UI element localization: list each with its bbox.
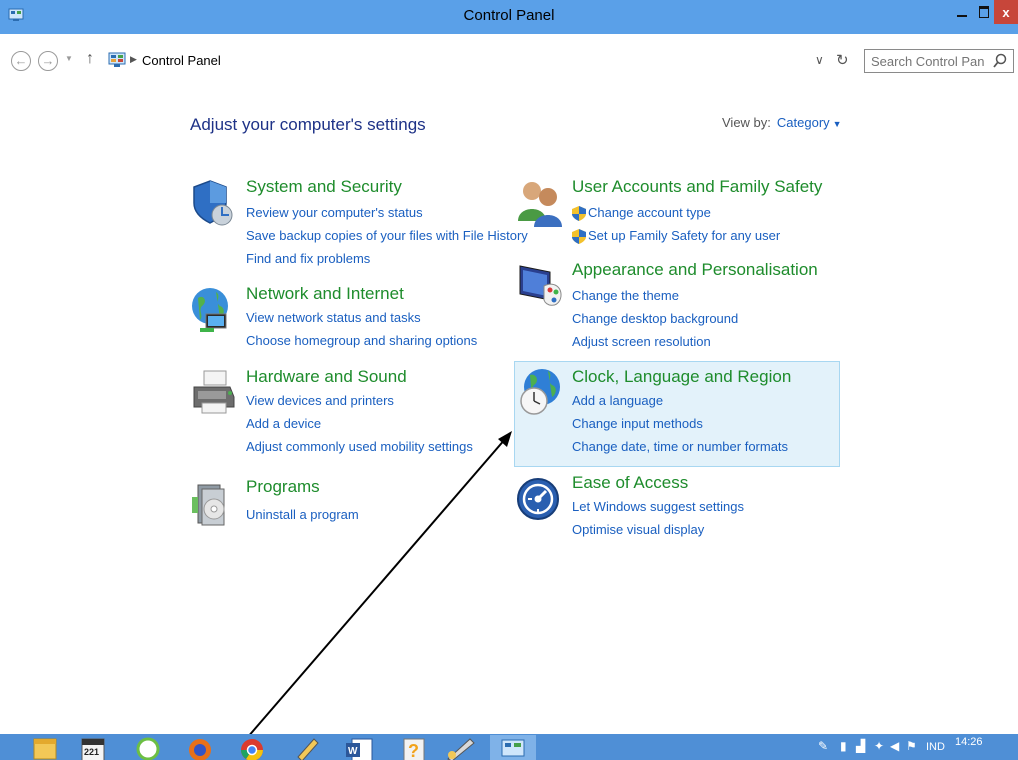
- link-desktop-background[interactable]: Change desktop background: [572, 311, 738, 326]
- refresh-icon: ↻: [836, 52, 849, 69]
- minimize-icon: [957, 15, 967, 17]
- clock-globe-icon[interactable]: [516, 367, 564, 417]
- tool-icon[interactable]: [288, 735, 328, 760]
- link-change-theme[interactable]: Change the theme: [572, 288, 679, 303]
- up-arrow-icon: ↑: [86, 50, 94, 67]
- link-file-history[interactable]: Save backup copies of your files with Fi…: [246, 228, 528, 243]
- title-bar: Control Panel x: [0, 0, 1018, 34]
- address-dropdown-button[interactable]: ∨: [815, 53, 824, 67]
- flag-icon[interactable]: ⚑: [906, 739, 917, 753]
- firefox-icon[interactable]: [180, 735, 220, 760]
- view-by-dropdown[interactable]: Category: [777, 115, 830, 130]
- search-input[interactable]: [871, 53, 985, 69]
- maximize-icon: [979, 6, 989, 18]
- up-button[interactable]: ↑: [86, 50, 94, 68]
- close-button[interactable]: x: [994, 0, 1018, 24]
- link-add-device[interactable]: Add a device: [246, 416, 321, 431]
- page-title: Adjust your computer's settings: [190, 115, 426, 134]
- link-mobility-settings[interactable]: Adjust commonly used mobility settings: [246, 439, 473, 454]
- pen-icon[interactable]: ✎: [818, 739, 828, 753]
- link-text: Change account type: [588, 205, 711, 220]
- recent-locations-dropdown[interactable]: ▼: [65, 54, 73, 63]
- clock[interactable]: 14:26: [955, 736, 983, 748]
- language-indicator[interactable]: IND: [926, 741, 945, 753]
- back-arrow-icon: ←: [14, 53, 28, 68]
- link-add-language[interactable]: Add a language: [572, 393, 663, 408]
- control-panel-taskbar-button[interactable]: [490, 735, 536, 760]
- uac-shield-icon: [572, 206, 586, 221]
- volume-icon[interactable]: ◀: [890, 739, 899, 753]
- svg-text:W: W: [348, 746, 358, 757]
- minimize-button[interactable]: [950, 0, 974, 24]
- link-input-methods[interactable]: Change input methods: [572, 416, 703, 431]
- app-icon[interactable]: [128, 735, 168, 760]
- link-screen-resolution[interactable]: Adjust screen resolution: [572, 334, 711, 349]
- chrome-icon[interactable]: [236, 735, 276, 760]
- shield-icon[interactable]: [190, 177, 238, 227]
- link-windows-suggest[interactable]: Let Windows suggest settings: [572, 499, 744, 514]
- monitor-palette-icon[interactable]: [516, 260, 564, 310]
- back-button[interactable]: ←: [11, 51, 31, 71]
- link-review-status[interactable]: Review your computer's status: [246, 205, 423, 220]
- maximize-button[interactable]: [974, 0, 994, 24]
- programs-icon[interactable]: [190, 477, 238, 527]
- link-text: Set up Family Safety for any user: [588, 228, 781, 243]
- link-network-status[interactable]: View network status and tasks: [246, 310, 421, 325]
- category-title[interactable]: User Accounts and Family Safety: [572, 177, 822, 197]
- paint-icon[interactable]: [440, 735, 480, 760]
- help-icon[interactable]: ?: [394, 735, 434, 760]
- refresh-button[interactable]: ↻: [836, 51, 849, 69]
- ease-of-access-icon[interactable]: [516, 473, 564, 523]
- control-panel-icon: [108, 52, 126, 67]
- breadcrumb[interactable]: Control Panel: [142, 53, 221, 68]
- link-change-account-type[interactable]: Change account type: [572, 205, 711, 221]
- calendar-day: 221: [84, 747, 100, 757]
- address-bar: ← → ▼ ↑ ▶ Control Panel ∨ ↻: [0, 48, 1018, 74]
- calendar-icon[interactable]: 221: [72, 735, 112, 760]
- uac-shield-icon: [572, 229, 586, 244]
- network-globe-icon[interactable]: [190, 284, 238, 334]
- category-title[interactable]: Network and Internet: [246, 284, 404, 304]
- signal-icon[interactable]: ▟: [856, 739, 865, 753]
- users-icon[interactable]: [516, 177, 564, 227]
- category-title[interactable]: Hardware and Sound: [246, 367, 407, 387]
- category-title[interactable]: System and Security: [246, 177, 402, 197]
- link-family-safety[interactable]: Set up Family Safety for any user: [572, 228, 781, 244]
- window-title: Control Panel: [463, 7, 555, 24]
- category-title[interactable]: Clock, Language and Region: [572, 367, 791, 387]
- link-optimise-display[interactable]: Optimise visual display: [572, 522, 704, 537]
- chevron-down-icon[interactable]: ▼: [833, 119, 842, 129]
- search-box[interactable]: [864, 49, 1014, 73]
- search-icon[interactable]: [993, 53, 1007, 69]
- taskbar: 221 W ? ✎ ▮ ▟ ✦ ◀ ⚑ IND 14:26: [0, 734, 1018, 760]
- control-panel-taskbar-icon: [501, 739, 525, 757]
- breadcrumb-arrow-icon[interactable]: ▶: [130, 54, 137, 65]
- category-title[interactable]: Ease of Access: [572, 473, 688, 493]
- category-title[interactable]: Appearance and Personalisation: [572, 260, 818, 280]
- battery-icon[interactable]: ▮: [840, 739, 847, 753]
- file-explorer-icon[interactable]: [24, 735, 64, 760]
- link-devices-printers[interactable]: View devices and printers: [246, 393, 394, 408]
- forward-arrow-icon: →: [41, 53, 55, 68]
- link-homegroup[interactable]: Choose homegroup and sharing options: [246, 333, 477, 348]
- link-uninstall-program[interactable]: Uninstall a program: [246, 507, 359, 522]
- link-date-time-formats[interactable]: Change date, time or number formats: [572, 439, 788, 454]
- svg-text:?: ?: [408, 741, 419, 760]
- view-by: View by: Category ▼: [722, 115, 842, 130]
- annotation-arrow: [227, 431, 512, 760]
- network-icon[interactable]: ✦: [874, 739, 884, 753]
- printer-icon[interactable]: [190, 367, 238, 417]
- link-fix-problems[interactable]: Find and fix problems: [246, 251, 370, 266]
- forward-button[interactable]: →: [38, 51, 58, 71]
- view-by-label: View by:: [722, 115, 771, 130]
- category-title[interactable]: Programs: [246, 477, 320, 497]
- word-icon[interactable]: W: [340, 735, 380, 760]
